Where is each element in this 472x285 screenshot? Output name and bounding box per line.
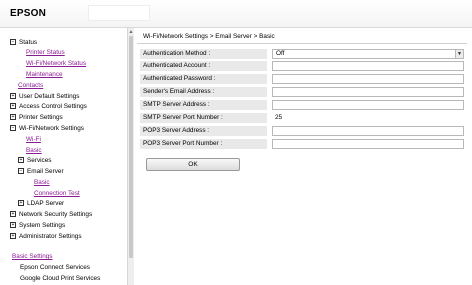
expand-icon[interactable]: + — [18, 157, 24, 164]
divider — [137, 43, 467, 44]
sidebar-item-epson-connect-services[interactable]: Epson Connect Services — [20, 264, 90, 271]
sidebar-item-email-server[interactable]: − Email Server — [18, 167, 64, 177]
sidebar-item-label: Printer Settings — [19, 114, 63, 121]
sidebar-item-label: LDAP Server — [27, 200, 65, 207]
form-row-smtp-port: SMTP Server Port Number : 25 — [140, 113, 464, 123]
expand-icon[interactable]: + — [10, 93, 16, 100]
sidebar-nav: − Status Printer Status Wi-Fi/Network Sta… — [0, 28, 127, 285]
scrollbar-thumb[interactable] — [129, 36, 133, 258]
expand-icon[interactable]: + — [10, 222, 16, 229]
auth-account-input[interactable] — [272, 61, 464, 71]
auth-method-select[interactable]: Off ▼ — [272, 49, 464, 59]
auth-method-label: Authentication Method : — [140, 49, 267, 59]
pop3-port-input[interactable] — [272, 139, 464, 149]
main-content: Wi-Fi/Network Settings > Email Server > … — [134, 28, 472, 285]
sidebar-item-label: Access Control Settings — [19, 103, 87, 110]
chevron-down-icon[interactable]: ▼ — [455, 50, 463, 58]
sidebar-item-status[interactable]: − Status — [10, 38, 37, 48]
form-row-pop3-port: POP3 Server Port Number : — [140, 139, 464, 149]
form-row-smtp-address: SMTP Server Address : — [140, 100, 464, 110]
form-row-sender-email: Sender's Email Address : — [140, 87, 464, 97]
collapse-icon[interactable]: − — [10, 125, 16, 132]
sidebar-item-system-settings[interactable]: + System Settings — [10, 221, 65, 231]
pop3-address-label: POP3 Server Address : — [140, 126, 267, 136]
pop3-address-input[interactable] — [272, 126, 464, 136]
sidebar-link-maintenance[interactable]: Maintenance — [26, 71, 63, 78]
sidebar-item-label: System Settings — [19, 222, 66, 229]
ok-button[interactable]: OK — [146, 158, 240, 171]
expand-icon[interactable]: + — [10, 233, 16, 240]
form-row-pop3-address: POP3 Server Address : — [140, 126, 464, 136]
sidebar-link-wifi-network-status[interactable]: Wi-Fi/Network Status — [26, 60, 86, 67]
header-bar: EPSON — [0, 0, 472, 28]
sidebar-item-access-control-settings[interactable]: + Access Control Settings — [10, 102, 87, 112]
expand-icon[interactable]: + — [10, 114, 16, 121]
auth-password-input[interactable] — [272, 74, 464, 84]
smtp-address-input[interactable] — [272, 100, 464, 110]
expand-icon[interactable]: + — [10, 103, 16, 110]
sidebar-item-label: Administrator Settings — [19, 233, 82, 240]
auth-password-label: Authenticated Password : — [140, 74, 267, 84]
breadcrumb: Wi-Fi/Network Settings > Email Server > … — [143, 33, 275, 40]
header-blank-box — [88, 5, 150, 21]
form-row-auth-method: Authentication Method : Off ▼ — [140, 49, 464, 59]
sidebar-item-printer-settings[interactable]: + Printer Settings — [10, 113, 63, 123]
sidebar-item-services[interactable]: + Services — [18, 156, 52, 166]
sidebar-item-administrator-settings[interactable]: + Administrator Settings — [10, 232, 82, 242]
sidebar-link-printer-status[interactable]: Printer Status — [26, 49, 65, 56]
sender-email-input[interactable] — [272, 87, 464, 97]
sidebar-item-label: Email Server — [27, 168, 64, 175]
collapse-icon[interactable]: − — [18, 168, 24, 175]
sidebar-item-ldap-server[interactable]: + LDAP Server — [18, 199, 64, 209]
sidebar-item-wifi-network-settings[interactable]: − Wi-Fi/Network Settings — [10, 124, 84, 134]
smtp-port-input[interactable]: 25 — [272, 113, 464, 123]
sidebar-link-wifi[interactable]: Wi-Fi — [26, 136, 41, 143]
sidebar-scrollbar[interactable]: ▲ — [127, 28, 134, 285]
sidebar-item-user-default-settings[interactable]: + User Default Settings — [10, 92, 79, 102]
smtp-port-label: SMTP Server Port Number : — [140, 113, 267, 123]
auth-method-value: Off — [276, 50, 285, 57]
sidebar-item-google-cloud-print-services[interactable]: Google Cloud Print Services — [20, 275, 100, 282]
sidebar-link-basic-settings[interactable]: Basic Settings — [12, 253, 53, 260]
sender-email-label: Sender's Email Address : — [140, 87, 267, 97]
sidebar-item-label: User Default Settings — [19, 93, 80, 100]
sidebar-link-connection-test[interactable]: Connection Test — [34, 190, 80, 197]
sidebar-item-label: Services — [27, 157, 52, 164]
epson-logo: EPSON — [10, 8, 47, 19]
sidebar-item-label: Network Security Settings — [19, 211, 93, 218]
sidebar-item-label: Status — [19, 39, 38, 46]
pop3-port-label: POP3 Server Port Number : — [140, 139, 267, 149]
smtp-address-label: SMTP Server Address : — [140, 100, 267, 110]
form-row-auth-account: Authenticated Account : — [140, 61, 464, 71]
sidebar-item-label: Wi-Fi/Network Settings — [19, 125, 84, 132]
form-row-auth-password: Authenticated Password : — [140, 74, 464, 84]
expand-icon[interactable]: + — [10, 211, 16, 218]
expand-icon[interactable]: + — [18, 200, 24, 207]
sidebar-link-basic-network[interactable]: Basic — [26, 147, 42, 154]
auth-account-label: Authenticated Account : — [140, 61, 267, 71]
collapse-icon[interactable]: − — [10, 39, 16, 46]
sidebar-item-network-security-settings[interactable]: + Network Security Settings — [10, 210, 92, 220]
sidebar-link-contacts[interactable]: Contacts — [18, 82, 43, 89]
sidebar-link-email-basic[interactable]: Basic — [34, 179, 50, 186]
